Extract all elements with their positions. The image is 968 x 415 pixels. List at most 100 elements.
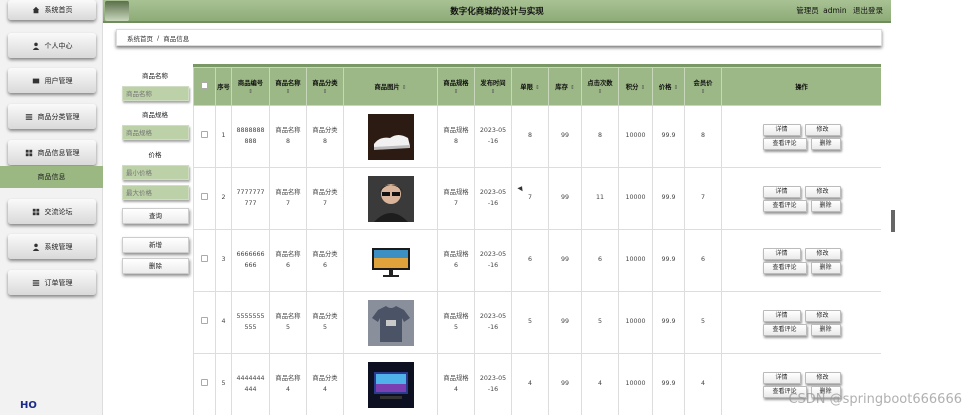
- sort-icon[interactable]: ⇕: [570, 85, 575, 91]
- spec-input[interactable]: [122, 125, 189, 140]
- row-checkbox[interactable]: [201, 192, 208, 200]
- row-checkbox[interactable]: [201, 130, 208, 138]
- edit-button[interactable]: 修改: [804, 309, 841, 322]
- detail-button[interactable]: 详情: [762, 185, 801, 198]
- view-comments-button[interactable]: 查看评论: [762, 137, 807, 150]
- column-header[interactable]: 价格 ⇕: [652, 67, 685, 106]
- batch-delete-button[interactable]: 删除: [122, 258, 189, 274]
- sidebar-item-users[interactable]: 用户管理: [8, 68, 96, 93]
- click-count: 6: [581, 229, 619, 292]
- sidebar-item-system[interactable]: 系统管理: [8, 234, 96, 259]
- sort-icon[interactable]: ⇕: [582, 89, 618, 95]
- click-count: 11: [581, 167, 619, 230]
- sort-icon[interactable]: ⇕: [232, 89, 269, 95]
- goods-image: [367, 299, 414, 346]
- detail-button[interactable]: 详情: [762, 247, 801, 260]
- query-button[interactable]: 查询: [122, 208, 189, 224]
- goods-spec: 商品规格 7: [437, 167, 475, 230]
- view-comments-button[interactable]: 查看评论: [762, 199, 807, 212]
- sidebar-item-orders[interactable]: 订单管理: [8, 270, 96, 295]
- column-header[interactable]: 点击次数 ⇕: [581, 67, 619, 106]
- sidebar-item-forum[interactable]: 交流论坛: [8, 199, 96, 224]
- sort-icon[interactable]: ⇕: [402, 85, 407, 91]
- goods-category: 商品分类 8: [306, 105, 344, 168]
- sort-icon[interactable]: ⇕: [270, 89, 306, 95]
- row-checkbox[interactable]: [201, 378, 208, 386]
- edit-button[interactable]: 修改: [804, 123, 841, 136]
- detail-button[interactable]: 详情: [762, 371, 801, 384]
- column-header[interactable]: 商品名称 ⇕: [269, 67, 307, 106]
- sort-icon[interactable]: ⇕: [438, 89, 474, 95]
- sort-icon[interactable]: ⇕: [307, 89, 343, 95]
- row-checkbox[interactable]: [201, 316, 208, 324]
- row-index: 4: [215, 291, 232, 354]
- price: 99.9: [652, 229, 685, 292]
- sidebar-item-profile[interactable]: 个人中心: [8, 33, 96, 58]
- row-checkbox[interactable]: [201, 254, 208, 262]
- sidebar-item-label: 系统首页: [44, 6, 73, 14]
- column-header[interactable]: 商品编号 ⇕: [231, 67, 270, 106]
- member-price: 7: [684, 167, 722, 230]
- row-index: 5: [215, 353, 232, 415]
- logout-link[interactable]: 退出登录: [853, 6, 883, 15]
- edit-button[interactable]: 修改: [804, 185, 841, 198]
- goods-name: 商品名称 8: [269, 105, 307, 168]
- select-all-header[interactable]: [193, 67, 216, 106]
- actions-cell: 详情 修改 查看评论 删除: [721, 291, 881, 354]
- user-name: admin: [823, 6, 847, 15]
- delete-button[interactable]: 删除: [810, 323, 841, 336]
- sidebar-item-category[interactable]: 商品分类管理: [8, 104, 96, 129]
- scrollbar-thumb[interactable]: [891, 210, 895, 232]
- column-header[interactable]: 商品图片 ⇕: [343, 67, 438, 106]
- select-all-checkbox[interactable]: [201, 82, 208, 89]
- detail-button[interactable]: 详情: [762, 123, 801, 136]
- table-row: 3 6666666 666 商品名称 6 商品分类 6 商品规格 6 2023-05 -16 6 99 6…: [193, 229, 881, 292]
- table-row: 4 5555555 555 商品名称 5 商品分类 5 商品规格 5 2023-05 -16 5 99 5…: [193, 291, 881, 354]
- member-price: 4: [684, 353, 722, 415]
- min-price-input[interactable]: [122, 165, 189, 180]
- column-header[interactable]: 会员价 ⇕: [684, 67, 722, 106]
- sidebar-item-label: 系统管理: [44, 242, 73, 251]
- column-header[interactable]: 商品分类 ⇕: [306, 67, 344, 106]
- sort-icon[interactable]: ⇕: [641, 85, 646, 91]
- breadcrumb-home[interactable]: 系统首页: [127, 33, 153, 43]
- delete-button[interactable]: 删除: [810, 261, 841, 274]
- row-select-cell[interactable]: [193, 105, 216, 168]
- member-price: 5: [684, 291, 722, 354]
- goods-image: [367, 237, 414, 284]
- sidebar-item-home[interactable]: 系统首页: [8, 0, 96, 20]
- row-select-cell[interactable]: [193, 291, 216, 354]
- sidebar-item-goods-info[interactable]: 商品信息: [0, 166, 103, 188]
- max-price-input[interactable]: [122, 185, 189, 200]
- member-price: 6: [684, 229, 722, 292]
- view-comments-button[interactable]: 查看评论: [762, 323, 807, 336]
- view-comments-button[interactable]: 查看评论: [762, 261, 807, 274]
- row-select-cell[interactable]: [193, 229, 216, 292]
- delete-button[interactable]: 删除: [810, 137, 841, 150]
- delete-button[interactable]: 删除: [810, 199, 841, 212]
- detail-button[interactable]: 详情: [762, 309, 801, 322]
- goods-name: 商品名称 6: [269, 229, 307, 292]
- row-select-cell[interactable]: [193, 353, 216, 415]
- sort-icon[interactable]: ⇕: [685, 89, 721, 95]
- sort-icon[interactable]: ⇕: [674, 85, 679, 91]
- add-button[interactable]: 新增: [122, 237, 189, 253]
- goods-category: 商品分类 7: [306, 167, 344, 230]
- edit-button[interactable]: 修改: [804, 371, 841, 384]
- sidebar-item-goods-manage[interactable]: 商品信息管理: [8, 140, 96, 165]
- column-header[interactable]: 库存 ⇕: [548, 67, 582, 106]
- name-input[interactable]: [122, 86, 189, 101]
- edit-button[interactable]: 修改: [804, 247, 841, 260]
- column-header[interactable]: 发布时间 ⇕: [474, 67, 512, 106]
- user-role: 管理员: [796, 6, 819, 15]
- sort-icon[interactable]: ⇕: [475, 89, 511, 95]
- stock: 99: [548, 353, 582, 415]
- column-header[interactable]: 单限 ⇕: [511, 67, 549, 106]
- column-header[interactable]: 商品规格 ⇕: [437, 67, 475, 106]
- sort-icon[interactable]: ⇕: [535, 85, 540, 91]
- actions-cell: 详情 修改 查看评论 删除: [721, 105, 881, 168]
- actions-cell: 详情 修改 查看评论 删除: [721, 167, 881, 230]
- column-header[interactable]: 积分 ⇕: [618, 67, 653, 106]
- stock: 99: [548, 291, 582, 354]
- row-select-cell[interactable]: [193, 167, 216, 230]
